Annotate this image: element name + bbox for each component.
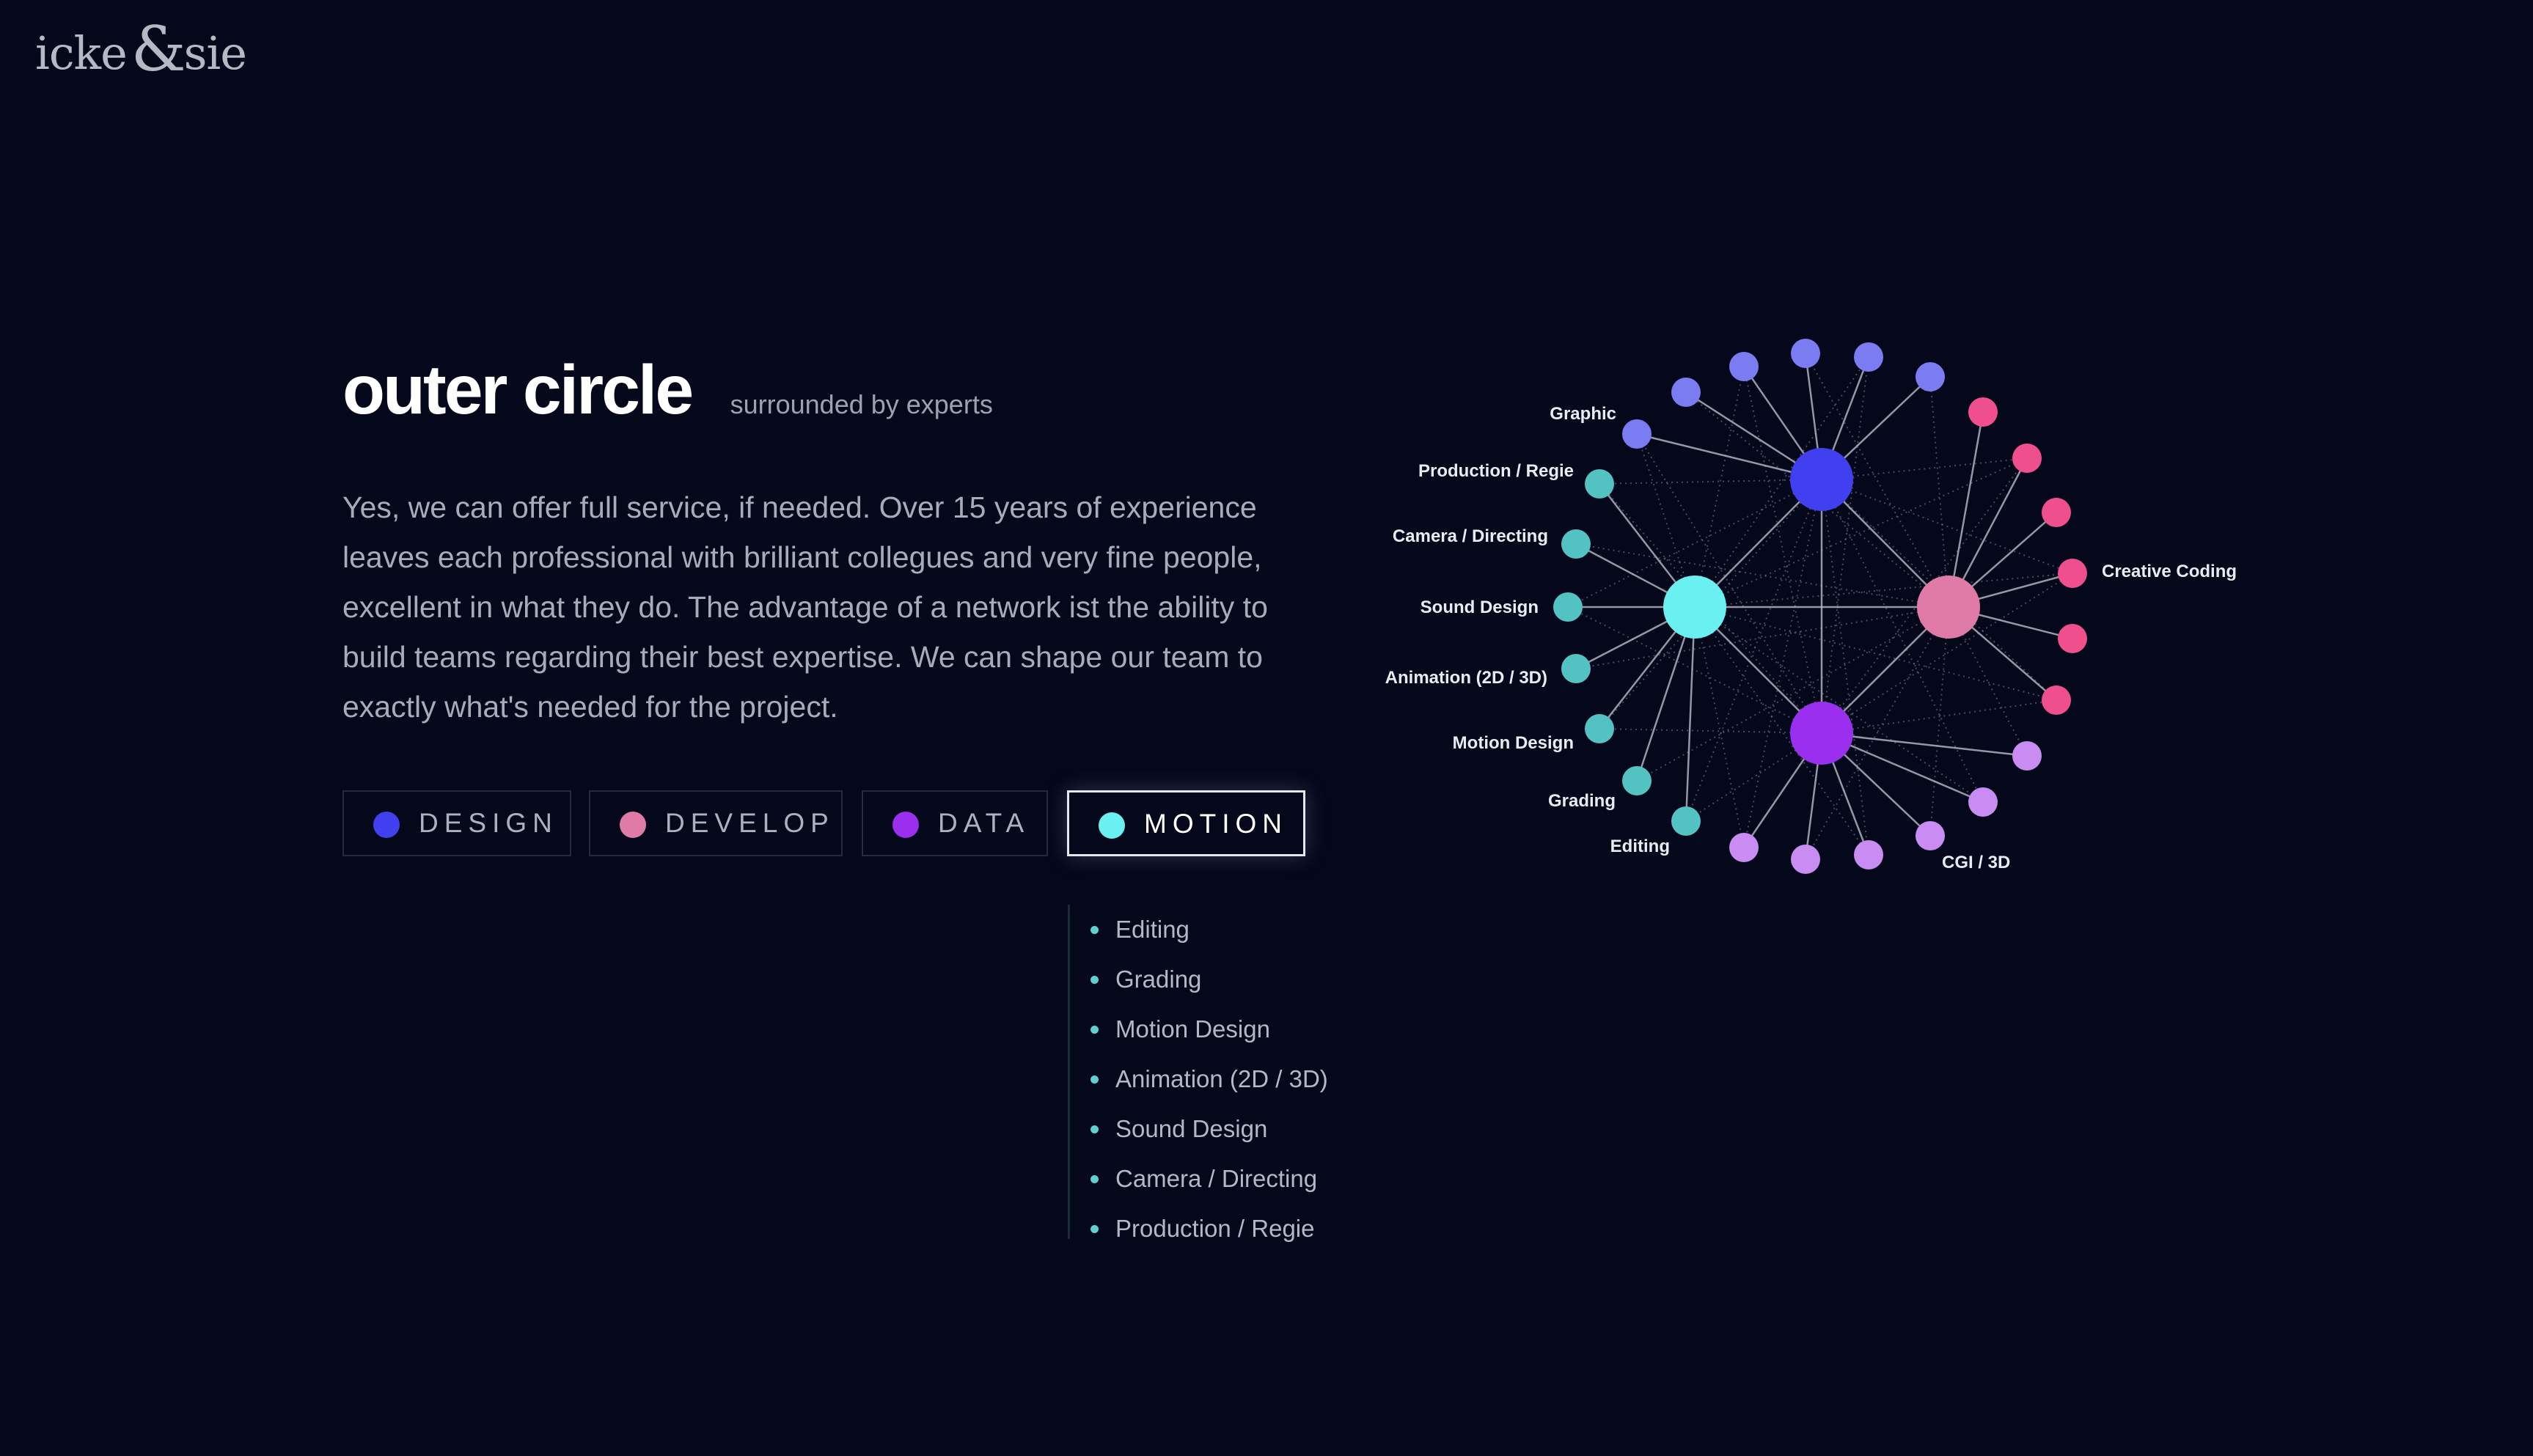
node-label-production-regie: Production / Regie bbox=[1418, 461, 1574, 481]
motion-hub-node[interactable] bbox=[1663, 576, 1726, 639]
data-skill-node[interactable] bbox=[2012, 741, 2042, 771]
data-skill-node[interactable] bbox=[1854, 840, 1883, 869]
cross-link bbox=[1685, 479, 1822, 822]
motion-skill-node[interactable] bbox=[1561, 654, 1591, 683]
motion-skill-node[interactable] bbox=[1585, 714, 1614, 743]
node-label-cgi-3d: CGI / 3D bbox=[1942, 853, 2010, 872]
expert-network-graph: Graphic Production / Regie Camera / Dire… bbox=[1385, 339, 2237, 874]
design-skill-node[interactable] bbox=[1729, 352, 1759, 381]
motion-skill-node[interactable] bbox=[1671, 806, 1701, 836]
data-skill-node[interactable] bbox=[1729, 833, 1759, 862]
design-hub-node[interactable] bbox=[1790, 448, 1853, 511]
develop-skill-node[interactable] bbox=[2012, 444, 2042, 473]
node-label-graphic: Graphic bbox=[1550, 404, 1616, 424]
node-label-creative-coding: Creative Coding bbox=[2102, 562, 2237, 581]
design-skill-node[interactable] bbox=[1854, 342, 1883, 372]
cross-link bbox=[1929, 606, 1949, 837]
node-label-camera-directing: Camera / Directing bbox=[1393, 526, 1548, 546]
cross-link bbox=[1821, 479, 2073, 574]
develop-skill-node[interactable] bbox=[2042, 498, 2071, 527]
cross-link bbox=[1821, 356, 1869, 734]
data-skill-node[interactable] bbox=[1791, 845, 1820, 874]
data-skill-node[interactable] bbox=[1916, 821, 1945, 850]
node-label-grading: Grading bbox=[1548, 791, 1616, 811]
cross-link bbox=[1743, 479, 1822, 848]
design-skill-node[interactable] bbox=[1671, 378, 1701, 407]
develop-skill-node[interactable] bbox=[2042, 685, 2071, 715]
develop-skill-node[interactable] bbox=[1968, 397, 1998, 427]
cross-link bbox=[1694, 606, 1745, 848]
design-skill-node[interactable] bbox=[1916, 362, 1945, 391]
motion-skill-node[interactable] bbox=[1553, 592, 1583, 622]
design-skill-node[interactable] bbox=[1791, 339, 1820, 368]
motion-skill-node[interactable] bbox=[1622, 766, 1652, 795]
motion-skill-node[interactable] bbox=[1561, 529, 1591, 559]
data-skill-node[interactable] bbox=[1968, 787, 1998, 817]
cross-link bbox=[1929, 376, 1949, 608]
cross-link bbox=[1575, 543, 1949, 608]
cross-link bbox=[1821, 479, 1869, 856]
cross-link bbox=[1694, 573, 2073, 608]
node-label-motion-design: Motion Design bbox=[1453, 733, 1574, 753]
cross-link bbox=[1599, 728, 1822, 734]
node-label-animation: Animation (2D / 3D) bbox=[1385, 668, 1547, 688]
develop-hub-node[interactable] bbox=[1917, 576, 1980, 639]
node-label-sound-design: Sound Design bbox=[1421, 598, 1539, 617]
cross-link bbox=[1599, 479, 1822, 485]
outer-circle-page: icke&sie outer circle surrounded by expe… bbox=[0, 0, 2533, 1456]
design-skill-node[interactable] bbox=[1622, 419, 1652, 449]
data-hub-node[interactable] bbox=[1790, 702, 1853, 765]
cross-link bbox=[1821, 479, 1984, 803]
motion-skill-node[interactable] bbox=[1585, 469, 1614, 499]
node-label-editing: Editing bbox=[1610, 837, 1670, 856]
develop-skill-node[interactable] bbox=[2058, 624, 2087, 653]
develop-skill-node[interactable] bbox=[2058, 559, 2087, 588]
hub-link bbox=[1685, 606, 1696, 822]
